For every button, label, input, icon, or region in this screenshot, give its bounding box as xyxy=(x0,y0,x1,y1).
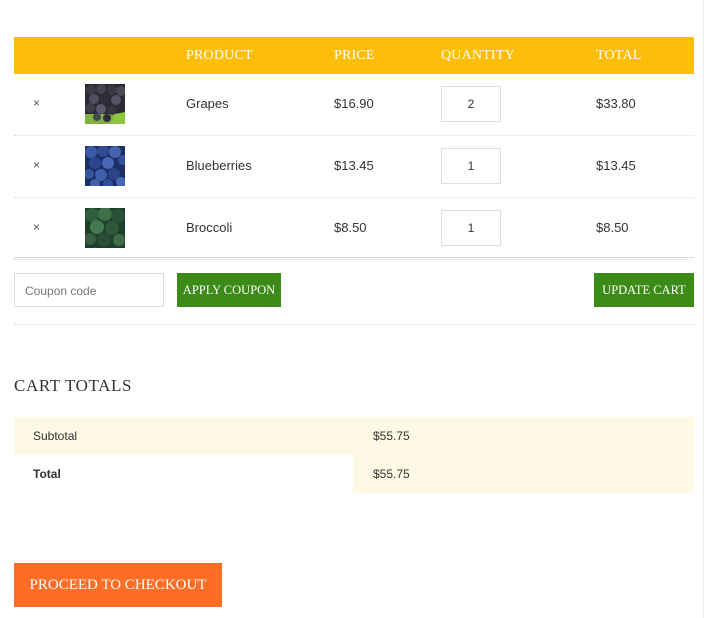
remove-item-icon[interactable]: × xyxy=(33,96,40,110)
subtotal-row: Subtotal $55.75 xyxy=(14,417,694,455)
proceed-to-checkout-button[interactable]: PROCEED TO CHECKOUT xyxy=(14,563,222,607)
cart-totals-title: CART TOTALS xyxy=(14,376,133,395)
product-name[interactable]: Broccoli xyxy=(186,220,232,235)
product-price: $13.45 xyxy=(334,158,374,173)
cart-totals-table: Subtotal $55.75 Total $55.75 xyxy=(14,417,694,493)
subtotal-label: Subtotal xyxy=(33,429,78,443)
cart-item-row: × Broccoli $8.50 1 $8.50 xyxy=(14,198,694,260)
product-price: $16.90 xyxy=(334,96,374,111)
apply-coupon-button[interactable]: APPLY COUPON xyxy=(177,273,281,307)
update-cart-button[interactable]: UPDATE CART xyxy=(594,273,694,307)
total-row: Total $55.75 xyxy=(14,455,694,493)
cart-table-header: PRODUCT PRICE QUANTITY TOTAL xyxy=(14,37,694,74)
quantity-input[interactable]: 1 xyxy=(441,210,501,246)
grapes-image[interactable] xyxy=(85,84,125,124)
cart-table: PRODUCT PRICE QUANTITY TOTAL × Grapes $1… xyxy=(14,37,694,260)
subtotal-value: $55.75 xyxy=(373,429,410,443)
header-price: PRICE xyxy=(334,48,375,63)
subtotal-label-cell: Subtotal xyxy=(14,417,353,455)
total-label: Total xyxy=(33,467,61,481)
quantity-input[interactable]: 1 xyxy=(441,148,501,184)
cart-item-row: × Blueberries $13.45 1 $13.45 xyxy=(14,136,694,198)
total-value-cell: $55.75 xyxy=(353,455,694,493)
remove-item-icon[interactable]: × xyxy=(33,158,40,172)
page-edge-divider xyxy=(703,0,704,618)
product-name[interactable]: Blueberries xyxy=(186,158,252,173)
broccoli-image[interactable] xyxy=(85,208,125,248)
product-subtotal: $8.50 xyxy=(596,220,629,235)
total-label-cell: Total xyxy=(14,455,353,493)
quantity-input[interactable]: 2 xyxy=(441,86,501,122)
cart-item-row: × Grapes $16.90 2 $33.80 xyxy=(14,74,694,136)
subtotal-value-cell: $55.75 xyxy=(353,417,694,455)
coupon-code-input[interactable]: Coupon code xyxy=(14,273,164,307)
remove-item-icon[interactable]: × xyxy=(33,220,40,234)
product-name[interactable]: Grapes xyxy=(186,96,229,111)
product-price: $8.50 xyxy=(334,220,367,235)
product-subtotal: $13.45 xyxy=(596,158,636,173)
cart-actions: Coupon code APPLY COUPON UPDATE CART xyxy=(14,257,694,325)
product-subtotal: $33.80 xyxy=(596,96,636,111)
blueberries-image[interactable] xyxy=(85,146,125,186)
header-quantity: QUANTITY xyxy=(441,48,515,63)
total-value: $55.75 xyxy=(373,467,410,481)
header-product: PRODUCT xyxy=(186,48,253,63)
header-total: TOTAL xyxy=(596,48,642,63)
